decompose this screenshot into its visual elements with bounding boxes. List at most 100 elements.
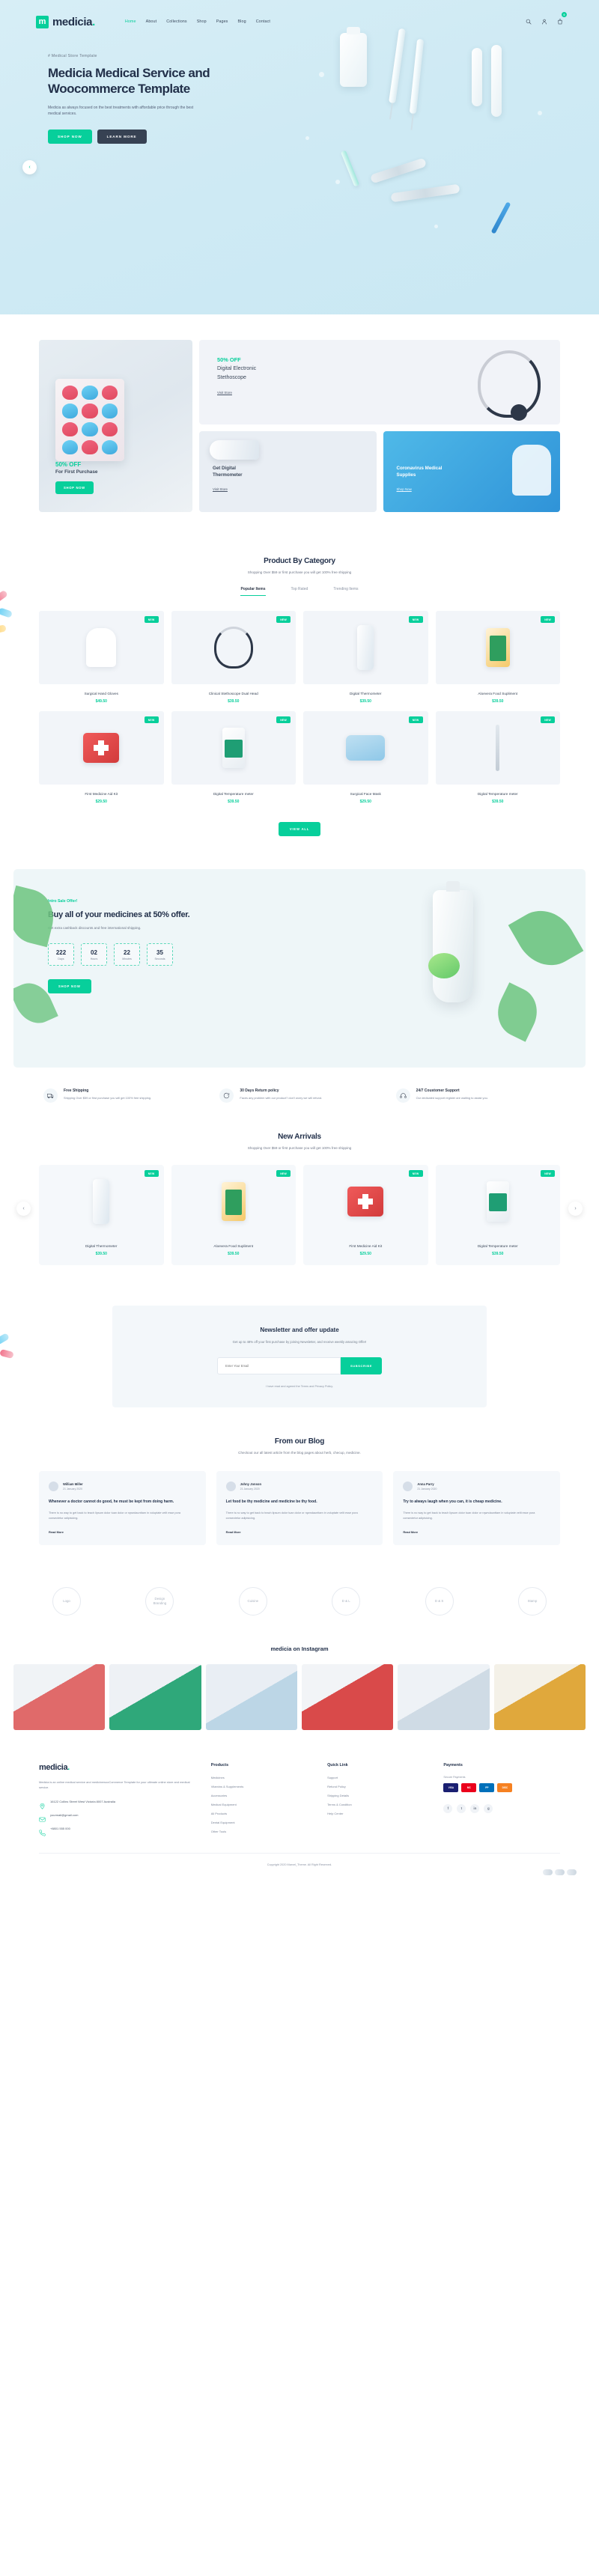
footer-column-head: Payments: [443, 1762, 463, 1767]
blog-card[interactable]: William Miller 21 January 2020 Whenever …: [39, 1470, 206, 1545]
promo-top-link[interactable]: Visit Store: [217, 391, 232, 395]
hero-prev-arrow-icon[interactable]: ‹: [22, 160, 37, 174]
newsletter-email-input[interactable]: [217, 1356, 341, 1374]
instagram-post[interactable]: [493, 1663, 586, 1730]
brand-logo[interactable]: D & S: [425, 1586, 454, 1616]
footer-link-terms[interactable]: Terms & Condition: [327, 1803, 428, 1806]
footer-logo[interactable]: medicia.: [39, 1763, 196, 1772]
hero-kicker: # Medical Store Template: [48, 54, 97, 58]
footer-link-help-center[interactable]: Help Center: [327, 1812, 428, 1815]
footer-link-dental-equipment[interactable]: Dental Equipment: [211, 1821, 312, 1824]
arrivals-next-arrow-icon[interactable]: ›: [568, 1202, 583, 1216]
blog-read-more-link[interactable]: Read More: [49, 1530, 196, 1534]
cart-icon[interactable]: 0: [557, 12, 567, 28]
nav-item-pages[interactable]: Pages: [216, 19, 228, 24]
linkedin-icon[interactable]: in: [470, 1803, 480, 1813]
footer-capsule-decor: [543, 1869, 577, 1875]
product-card[interactable]: NEW First Medicine Aid Kit $29.50: [39, 711, 164, 804]
blog-post-title: Let food be thy medicine and medicine be…: [225, 1499, 317, 1504]
brand-logo[interactable]: Design Branding: [145, 1586, 174, 1616]
product-thumbnail: NEW: [171, 711, 296, 785]
view-all-button[interactable]: VIEW ALL: [278, 822, 321, 836]
footer-link-accessories[interactable]: Accessories: [211, 1794, 312, 1797]
refresh-icon: [219, 1088, 234, 1103]
footer-grid: medicia. Medicia is an online medical se…: [39, 1762, 560, 1836]
blog-card[interactable]: Johny Jonson 21 January 2020 Let food be…: [216, 1470, 383, 1545]
arrival-card[interactable]: NEW Digital Temperature meter $39.50: [435, 1165, 560, 1265]
promo-card-coronavirus[interactable]: Coronavirus Medical Supplies Shop Now: [383, 431, 560, 512]
blog-read-more-link[interactable]: Read More: [226, 1530, 374, 1534]
brand-logo[interactable]: Stamp: [517, 1586, 547, 1616]
product-card[interactable]: NEW Digital Thermometer $39.50: [303, 611, 428, 704]
product-thumbnail: NEW: [171, 611, 296, 684]
newsletter-subscribe-button[interactable]: SUBSCRIBE: [341, 1356, 382, 1374]
promo-thermometer-link[interactable]: Visit Store: [213, 487, 228, 491]
instagram-post[interactable]: [398, 1663, 490, 1730]
promo-card-first-purchase[interactable]: 50% OFF For First Purchase SHOP NOW: [39, 340, 192, 512]
blog-card[interactable]: Anna Parry 21 January 2020 Try to always…: [393, 1470, 560, 1545]
facebook-icon[interactable]: f: [443, 1803, 453, 1813]
brand-logo[interactable]: Cuisine: [238, 1586, 267, 1616]
footer-link-shipping-details[interactable]: Shipping Details: [327, 1794, 428, 1797]
instagram-post[interactable]: [302, 1663, 394, 1730]
footer-link-other-tools[interactable]: Other Tools: [211, 1830, 312, 1833]
site-logo[interactable]: m medicia.: [36, 15, 95, 28]
promo-card-stethoscope[interactable]: 50% OFF Digital Electronic Stethoscope V…: [199, 340, 560, 424]
footer-link-medical-equipment[interactable]: Medical Equipment: [211, 1803, 312, 1806]
arrivals-prev-arrow-icon[interactable]: ‹: [16, 1202, 31, 1216]
blog-post-excerpt: There is no way to get back to teach lip…: [49, 1511, 181, 1520]
footer-email[interactable]: yourmail@gmail.com: [50, 1813, 78, 1818]
footer-email-row: yourmail@gmail.com: [39, 1813, 196, 1822]
arrivals-subtitle: Shopping Over $59 or first purchase you …: [247, 1146, 352, 1150]
tab-popular-items[interactable]: Popular Items: [240, 587, 266, 596]
instagram-post[interactable]: [13, 1663, 106, 1730]
product-card[interactable]: NEW Digital Temperature meter $39.50: [171, 711, 296, 804]
footer-link-medicines[interactable]: Medicines: [211, 1776, 312, 1779]
product-card[interactable]: NEW Aloevera Food Supliment $39.50: [435, 611, 560, 704]
footer-link-all-products[interactable]: All Products: [211, 1812, 312, 1815]
brand-logo[interactable]: Logo: [52, 1586, 81, 1616]
arrival-card[interactable]: NEW Aloevera Food Supliment $39.50: [171, 1165, 296, 1265]
arrivals-title: New Arrivals: [278, 1133, 321, 1141]
footer-address: 16122 Collins Street West Victoria 8007 …: [50, 1799, 116, 1803]
arrival-card[interactable]: NEW First Medicine Aid Kit $29.50: [303, 1165, 428, 1265]
blog-read-more-link[interactable]: Read More: [403, 1530, 550, 1534]
nav-item-blog[interactable]: Blog: [237, 19, 246, 24]
footer-phone[interactable]: +8801 555 000: [50, 1827, 70, 1831]
footer-link-refund-policy[interactable]: Refund Policy: [327, 1785, 428, 1788]
product-card[interactable]: NEW Surgical Hand Gloves $49.50: [39, 611, 164, 704]
instagram-post[interactable]: [109, 1663, 201, 1730]
product-category-section: Product By Category Shopping Over $59 or…: [0, 535, 599, 859]
promo-left-shop-button[interactable]: SHOP NOW: [55, 481, 94, 494]
hero-learn-more-button[interactable]: LEARN MORE: [97, 129, 147, 144]
nav-item-collections[interactable]: Collections: [166, 19, 186, 24]
footer-phone-row: +8801 555 000: [39, 1827, 196, 1836]
product-card[interactable]: NEW Clinical Stethoscope Dual Head $39.5…: [171, 611, 296, 704]
sale-shop-now-button[interactable]: SHOP NOW: [48, 979, 91, 993]
product-card[interactable]: NEW Surgical Face Mask $29.50: [303, 711, 428, 804]
twitter-icon[interactable]: t: [457, 1803, 466, 1813]
blog-grid: William Miller 21 January 2020 Whenever …: [39, 1470, 560, 1545]
hero-shop-now-button[interactable]: SHOP NOW: [48, 129, 92, 144]
blog-author: Anna Parry 21 January 2020: [403, 1481, 550, 1491]
cream-tube-art: [433, 881, 473, 1002]
search-icon[interactable]: [526, 15, 532, 28]
footer-link-vitamins[interactable]: Vitamins & Supplements: [211, 1785, 312, 1788]
nav-item-about[interactable]: About: [146, 19, 157, 24]
brand-logo[interactable]: D & L: [332, 1586, 361, 1616]
countdown-seconds-label: Seconds: [154, 957, 165, 960]
phone-icon: [39, 1827, 46, 1836]
google-icon[interactable]: g: [484, 1803, 493, 1813]
promo-coronavirus-link[interactable]: Shop Now: [397, 487, 412, 491]
tab-top-rated[interactable]: Top Rated: [291, 587, 308, 596]
nav-item-shop[interactable]: Shop: [197, 19, 207, 24]
instagram-post[interactable]: [205, 1663, 297, 1730]
footer-link-support[interactable]: Support: [327, 1776, 428, 1779]
promo-card-thermometer[interactable]: Get Digital Thermometer Visit Store: [199, 431, 377, 512]
tab-trending-items[interactable]: Trending Items: [333, 587, 358, 596]
arrival-card[interactable]: NEW Digital Thermometer $39.50: [39, 1165, 164, 1265]
product-card[interactable]: NEW Digital Temperature meter $39.50: [435, 711, 560, 804]
nav-item-contact[interactable]: Contact: [256, 19, 270, 24]
user-icon[interactable]: [541, 15, 547, 28]
nav-item-home[interactable]: Home: [125, 19, 136, 24]
